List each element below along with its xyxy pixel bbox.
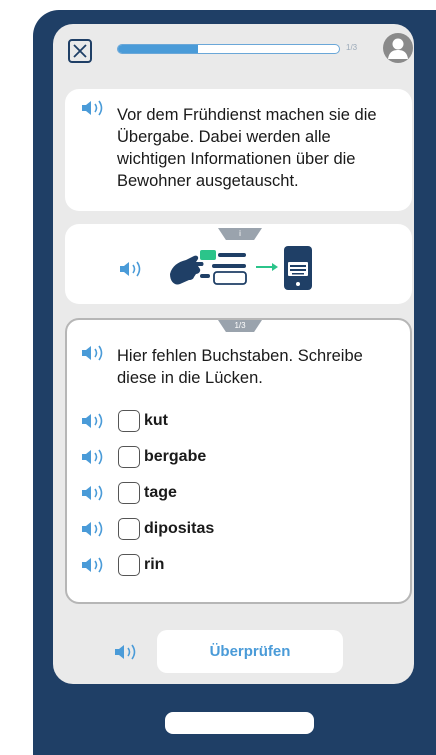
word-fragment: rin xyxy=(144,556,165,573)
task-instruction: Hier fehlen Buchstaben. Schreibe diese i… xyxy=(117,347,363,387)
arrow-right-icon xyxy=(256,263,278,271)
list-item: rin xyxy=(80,553,164,577)
intro-text: Vor dem Frühdienst machen sie die Überga… xyxy=(117,106,377,190)
word-fragment: bergabe xyxy=(144,448,207,465)
letter-input[interactable] xyxy=(118,518,140,540)
speaker-icon[interactable] xyxy=(80,411,110,431)
handover-illustration xyxy=(170,246,312,290)
progress-fill xyxy=(118,45,198,53)
list-item: dipositas xyxy=(80,517,214,541)
list-item: bergabe xyxy=(80,445,206,469)
speaker-icon[interactable] xyxy=(113,642,143,662)
list-item: tage xyxy=(80,481,177,505)
close-button[interactable] xyxy=(68,39,92,63)
user-avatar[interactable] xyxy=(383,33,413,63)
list-item: kut xyxy=(80,409,168,433)
speaker-icon[interactable] xyxy=(80,519,110,539)
progress-bar xyxy=(117,44,340,54)
progress-label: 1/3 xyxy=(346,43,358,52)
check-button[interactable]: Überprüfen xyxy=(157,630,343,673)
speaker-icon[interactable] xyxy=(118,259,148,279)
word-fragment: dipositas xyxy=(144,520,215,537)
speaker-icon[interactable] xyxy=(80,98,110,118)
letter-input[interactable] xyxy=(118,446,140,468)
tablet-keyboard-icon xyxy=(284,246,312,290)
user-avatar-icon xyxy=(388,38,408,59)
speaker-icon[interactable] xyxy=(80,447,110,467)
hand-pointing-icon xyxy=(170,255,204,285)
home-indicator[interactable] xyxy=(165,712,314,734)
letter-input[interactable] xyxy=(118,410,140,432)
speaker-icon[interactable] xyxy=(80,483,110,503)
speaker-icon[interactable] xyxy=(80,555,110,575)
letter-input[interactable] xyxy=(118,554,140,576)
word-fragment: tage xyxy=(144,484,177,501)
close-icon xyxy=(73,44,87,58)
word-fragment: kut xyxy=(144,412,168,429)
letter-input[interactable] xyxy=(118,482,140,504)
speaker-icon[interactable] xyxy=(80,343,110,363)
